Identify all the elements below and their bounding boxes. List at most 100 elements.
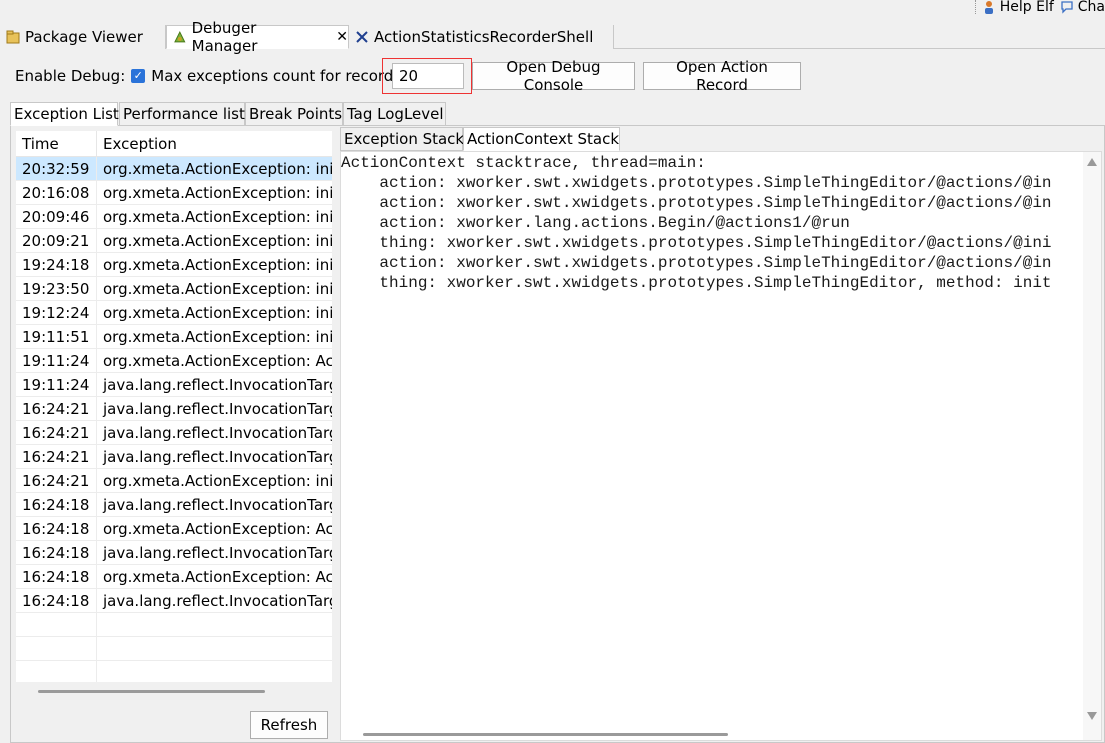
exception-cell: org.xmeta.ActionException: init — [96, 253, 332, 276]
enable-debug-label: Enable Debug: — [15, 67, 126, 85]
tab-actioncontext-stack[interactable]: ActionContext Stack — [463, 127, 620, 151]
stack-line: action: xworker.swt.xwidgets.prototypes.… — [341, 254, 1052, 272]
scroll-up-icon[interactable] — [1087, 158, 1097, 166]
table-row[interactable]: 16:24:18 java.lang.reflect.InvocationTarg… — [16, 589, 332, 613]
table-header: Time Exception — [16, 131, 332, 157]
table-row[interactable]: 16:24:18 java.lang.reflect.InvocationTarg… — [16, 541, 332, 565]
time-cell: 19:24:18 — [22, 256, 90, 274]
exception-cell: org.xmeta.ActionException: init — [96, 325, 332, 348]
shell-icon — [356, 31, 368, 43]
table-horizontal-scrollbar[interactable] — [38, 690, 265, 693]
time-cell: 20:09:46 — [22, 208, 90, 226]
time-cell: 20:32:59 — [22, 160, 90, 178]
time-cell: 20:09:21 — [22, 232, 90, 250]
time-cell: 16:24:21 — [22, 400, 90, 418]
exception-cell: org.xmeta.ActionException: init — [96, 181, 332, 204]
table-row[interactable]: 20:32:59 org.xmeta.ActionException: init — [16, 157, 332, 181]
column-header-exception[interactable]: Exception — [96, 131, 332, 157]
tab-exception-stack[interactable]: Exception Stack — [340, 127, 465, 151]
table-row[interactable] — [16, 613, 332, 637]
package-icon — [6, 30, 20, 44]
help-bar: Help Elf Cha — [971, 0, 1105, 15]
exception-cell: java.lang.reflect.InvocationTarge — [96, 373, 332, 396]
exception-cell: java.lang.reflect.InvocationTarge — [96, 397, 332, 420]
table-row[interactable]: 16:24:21 org.xmeta.ActionException: init — [16, 469, 332, 493]
tab-action-statistics[interactable]: ActionStatisticsRecorderShell — [349, 25, 614, 49]
time-cell: 16:24:18 — [22, 520, 90, 538]
time-cell — [16, 637, 96, 660]
table-row[interactable]: 16:24:18 java.lang.reflect.InvocationTarg… — [16, 493, 332, 517]
exception-cell: java.lang.reflect.InvocationTarge — [96, 493, 332, 516]
tab-tag-loglevel[interactable]: Tag LogLevel — [343, 102, 446, 126]
stack-trace-text: ActionContext stacktrace, thread=main: a… — [341, 153, 1081, 293]
table-row[interactable]: 19:11:51 org.xmeta.ActionException: init — [16, 325, 332, 349]
exception-cell: org.xmeta.ActionException: init — [96, 205, 332, 228]
time-cell: 19:23:50 — [22, 280, 90, 298]
tab-debuger-manager[interactable]: Debuger Manager ✕ — [166, 19, 349, 55]
max-exceptions-input[interactable] — [392, 63, 464, 89]
exception-cell: org.xmeta.ActionException: Act — [96, 517, 332, 540]
tab-break-points[interactable]: Break Points — [245, 102, 343, 126]
close-icon[interactable]: ✕ — [336, 29, 348, 45]
table-row[interactable] — [16, 661, 332, 682]
open-action-record-button[interactable]: Open Action Record — [643, 58, 801, 94]
debug-controls: Enable Debug: ✓ Max exceptions count for… — [15, 62, 398, 90]
enable-debug-checkbox[interactable]: ✓ — [131, 69, 146, 83]
time-cell: 19:11:24 — [22, 352, 90, 370]
table-row[interactable]: 16:24:21 java.lang.reflect.InvocationTarg… — [16, 421, 332, 445]
table-row[interactable]: 16:24:21 java.lang.reflect.InvocationTarg… — [16, 445, 332, 469]
exception-cell: java.lang.reflect.InvocationTarge — [96, 421, 332, 444]
tab-label: Debuger Manager — [191, 19, 258, 55]
help-elf-label: Help Elf — [999, 0, 1054, 15]
exception-cell: org.xmeta.ActionException: init — [96, 157, 332, 180]
stack-vertical-scrollbar[interactable] — [1083, 152, 1101, 740]
open-debug-console-button[interactable]: Open Debug Console — [472, 58, 635, 94]
table-row[interactable]: 19:12:24 org.xmeta.ActionException: init — [16, 301, 332, 325]
time-cell: 19:12:24 — [22, 304, 90, 322]
tab-label: Tag LogLevel — [347, 105, 444, 123]
time-cell: 19:11:24 — [22, 376, 90, 394]
table-row[interactable]: 20:09:46 org.xmeta.ActionException: init — [16, 205, 332, 229]
stack-line: thing: xworker.swt.xwidgets.prototypes.S… — [341, 274, 1052, 292]
table-row[interactable]: 20:16:08 org.xmeta.ActionException: init — [16, 181, 332, 205]
tab-label: Performance list — [123, 105, 245, 123]
scroll-down-icon[interactable] — [1087, 712, 1097, 720]
table-row[interactable]: 20:09:21 org.xmeta.ActionException: init — [16, 229, 332, 253]
stack-line: thing: xworker.swt.xwidgets.prototypes.S… — [341, 234, 1052, 252]
table-row[interactable]: 16:24:18 org.xmeta.ActionException: Act — [16, 565, 332, 589]
table-row[interactable]: 19:11:24 org.xmeta.ActionException: Act — [16, 349, 332, 373]
table-row[interactable]: 16:24:21 java.lang.reflect.InvocationTarg… — [16, 397, 332, 421]
help-elf-button[interactable]: Help Elf — [982, 0, 1054, 15]
tab-label: Exception List — [14, 105, 119, 123]
stack-horizontal-scrollbar[interactable] — [363, 733, 728, 736]
exception-table[interactable]: Time Exception 20:32:59 org.xmeta.ActionE… — [16, 131, 332, 682]
tab-performance-list[interactable]: Performance list — [119, 102, 245, 126]
exception-cell: org.xmeta.ActionException: init — [96, 229, 332, 252]
exception-cell: java.lang.reflect.InvocationTarge — [96, 589, 332, 612]
column-header-time[interactable]: Time — [16, 131, 96, 157]
exception-cell: org.xmeta.ActionException: Act — [96, 565, 332, 588]
table-row[interactable]: 19:11:24 java.lang.reflect.InvocationTarg… — [16, 373, 332, 397]
tab-package-viewer[interactable]: Package Viewer — [0, 25, 166, 49]
stack-trace-view[interactable]: ActionContext stacktrace, thread=main: a… — [340, 151, 1102, 741]
stack-line: action: xworker.lang.actions.Begin/@acti… — [341, 214, 850, 232]
table-row[interactable]: 16:24:18 org.xmeta.ActionException: Act — [16, 517, 332, 541]
table-row[interactable]: 19:23:50 org.xmeta.ActionException: init — [16, 277, 332, 301]
exception-cell — [96, 637, 332, 660]
stack-line: action: xworker.swt.xwidgets.prototypes.… — [341, 194, 1052, 212]
stack-line: ActionContext stacktrace, thread=main: — [341, 154, 706, 172]
tab-label: Break Points — [249, 105, 343, 123]
exception-cell: java.lang.reflect.InvocationTarge — [96, 541, 332, 564]
exception-cell: java.lang.reflect.InvocationTarge — [96, 445, 332, 468]
stack-line: action: xworker.swt.xwidgets.prototypes.… — [341, 174, 1052, 192]
person-icon — [984, 1, 993, 14]
tab-label: Exception Stack — [344, 130, 465, 148]
refresh-button[interactable]: Refresh — [250, 711, 328, 739]
table-row[interactable]: 19:24:18 org.xmeta.ActionException: init — [16, 253, 332, 277]
chat-button[interactable]: Cha — [1060, 0, 1105, 15]
exception-cell: org.xmeta.ActionException: Act — [96, 349, 332, 372]
time-cell: 16:24:21 — [22, 424, 90, 442]
tab-exception-list[interactable]: Exception List — [10, 102, 119, 126]
table-row[interactable] — [16, 637, 332, 661]
time-cell: 19:11:51 — [22, 328, 90, 346]
